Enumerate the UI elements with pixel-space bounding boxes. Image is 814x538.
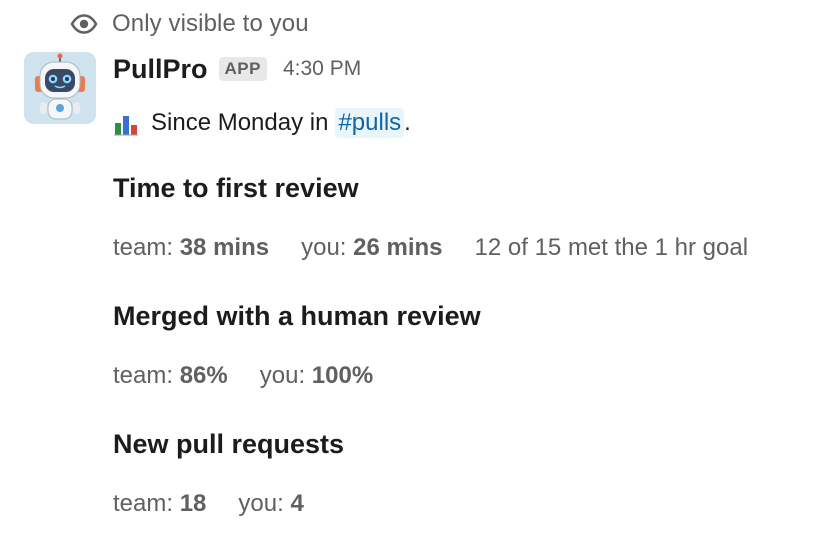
message-timestamp[interactable]: 4:30 PM (283, 57, 361, 81)
team-stat: team: 86% (113, 360, 228, 392)
team-stat: team: 18 (113, 488, 206, 520)
you-value: 26 mins (353, 234, 443, 261)
you-stat: you: 100% (260, 360, 373, 392)
you-stat: you: 4 (238, 488, 303, 520)
you-stat: you: 26 mins (301, 232, 442, 264)
you-label: you: (259, 362, 306, 389)
you-label: you: (238, 490, 284, 517)
goal-note: 12 of 15 met the 1 hr goal (474, 234, 749, 261)
app-badge: APP (218, 57, 267, 81)
team-value: 38 mins (179, 234, 270, 261)
message-intro: Since Monday in #pulls . (113, 103, 803, 143)
team-label: team: (113, 362, 174, 389)
you-label: you: (301, 234, 347, 261)
intro-text: Since Monday in (151, 109, 329, 136)
sender-name[interactable]: PullPro (113, 54, 208, 85)
section-time-to-first-review: Time to first review team: 38 mins you: 2… (113, 170, 748, 264)
section-stats: team: 18 you: 4 (113, 488, 344, 520)
message-header: PullPro APP 4:30 PM (113, 50, 803, 88)
team-value: 86% (179, 362, 228, 389)
visibility-notice: Only visible to you (70, 8, 309, 40)
section-title: Merged with a human review (113, 301, 481, 331)
team-label: team: (113, 490, 174, 517)
channel-link[interactable]: #pulls (335, 108, 405, 138)
you-value: 4 (290, 490, 304, 517)
section-new-pull-requests: New pull requests team: 18 you: 4 (113, 426, 344, 520)
you-value: 100% (311, 362, 374, 389)
team-stat: team: 38 mins (113, 232, 269, 264)
bar-chart-icon (113, 110, 139, 136)
team-value: 18 (179, 490, 207, 517)
avatar[interactable] (24, 52, 96, 124)
section-merged-with-human-review: Merged with a human review team: 86% you:… (113, 298, 481, 392)
message: PullPro APP 4:30 PM Since Monday in #pul… (113, 50, 803, 143)
eye-icon (70, 10, 98, 38)
team-label: team: (113, 234, 174, 261)
section-title: New pull requests (113, 429, 345, 459)
section-stats: team: 86% you: 100% (113, 360, 481, 392)
visibility-text: Only visible to you (112, 10, 309, 37)
intro-suffix: . (404, 109, 411, 136)
section-stats: team: 38 mins you: 26 mins 12 of 15 met th… (113, 232, 748, 264)
section-title: Time to first review (113, 173, 359, 203)
